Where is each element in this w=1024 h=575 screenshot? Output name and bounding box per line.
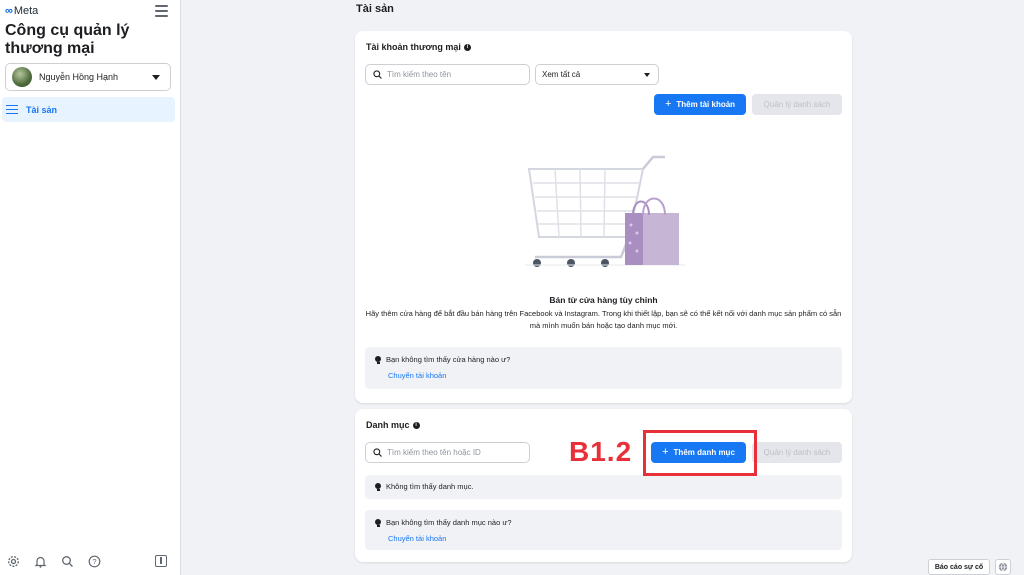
search-icon bbox=[373, 70, 382, 79]
shopping-cart-illustration bbox=[525, 155, 685, 267]
svg-text:?: ? bbox=[92, 557, 96, 566]
catalogs-card: Danh mục i + Thêm danh mục Quản lý danh … bbox=[355, 409, 852, 562]
catalog-empty-row: Không tìm thấy danh mục. bbox=[375, 482, 474, 491]
shop-tip-row: Bạn không tìm thấy cửa hàng nào ư? bbox=[375, 355, 510, 364]
report-problem-button[interactable]: Báo cáo sự cố bbox=[928, 559, 990, 575]
card-title-text: Danh mục bbox=[366, 420, 410, 430]
catalog-manage-list-button[interactable]: Quản lý danh sách bbox=[752, 442, 842, 463]
catalog-tip-row: Bạn không tìm thấy danh mục nào ư? bbox=[375, 518, 512, 527]
empty-state-title: Bán từ cửa hàng tùy chỉnh bbox=[549, 295, 658, 305]
add-account-label: Thêm tài khoản bbox=[676, 100, 736, 109]
card-title-text: Tài khoản thương mại bbox=[366, 42, 461, 52]
shop-tip-text: Bạn không tìm thấy cửa hàng nào ư? bbox=[386, 355, 511, 364]
empty-state-description: Hãy thêm cửa hàng để bắt đầu bán hàng tr… bbox=[365, 309, 842, 330]
meta-infinity-icon: ∞ bbox=[5, 5, 13, 17]
step-annotation-highlight bbox=[643, 430, 757, 476]
panel-toggle-icon[interactable] bbox=[155, 555, 167, 567]
switch-account-link[interactable]: Chuyển tài khoản bbox=[388, 371, 446, 380]
settings-icon[interactable] bbox=[7, 555, 20, 568]
globe-icon[interactable] bbox=[995, 559, 1011, 575]
catalog-empty-text: Không tìm thấy danh mục. bbox=[386, 482, 474, 491]
list-icon bbox=[6, 104, 18, 115]
catalog-search-input[interactable] bbox=[365, 442, 530, 463]
lightbulb-icon bbox=[375, 355, 381, 364]
meta-logo-text: Meta bbox=[13, 5, 39, 17]
sidebar-item-label: Tài sản bbox=[26, 104, 58, 115]
shop-search-input[interactable] bbox=[365, 64, 530, 85]
filter-select[interactable]: Xem tất cả bbox=[535, 64, 659, 85]
help-icon[interactable]: ? bbox=[88, 555, 101, 568]
page-title: Tài sản bbox=[356, 3, 394, 15]
catalog-tip-text: Bạn không tìm thấy danh mục nào ư? bbox=[386, 518, 512, 527]
commerce-accounts-title: Tài khoản thương mại i bbox=[366, 42, 471, 52]
account-name: Nguyễn Hồng Hạnh bbox=[39, 72, 119, 82]
meta-logo[interactable]: ∞ Meta bbox=[5, 5, 38, 17]
catalog-empty-box: Không tìm thấy danh mục. bbox=[365, 475, 842, 499]
chevron-down-icon bbox=[152, 75, 160, 80]
search-icon bbox=[373, 448, 382, 457]
shop-search-field[interactable] bbox=[387, 70, 507, 79]
chevron-down-icon bbox=[644, 73, 650, 77]
catalogs-title: Danh mục i bbox=[366, 420, 420, 430]
lightbulb-icon bbox=[375, 518, 381, 527]
catalog-tip-box: Bạn không tìm thấy danh mục nào ư? Chuyể… bbox=[365, 510, 842, 550]
info-icon[interactable]: i bbox=[412, 421, 420, 429]
app-title: Công cụ quản lý thương mại bbox=[5, 22, 130, 57]
step-annotation-label: B1.2 bbox=[569, 436, 633, 467]
manage-list-button[interactable]: Quản lý danh sách bbox=[752, 94, 842, 115]
search-icon[interactable] bbox=[61, 555, 74, 568]
avatar bbox=[12, 67, 32, 87]
catalog-search-field[interactable] bbox=[387, 448, 507, 457]
filter-value: Xem tất cả bbox=[542, 70, 581, 79]
info-icon[interactable]: i bbox=[463, 43, 471, 51]
sidebar: ∞ Meta Công cụ quản lý thương mại Nguyễn… bbox=[0, 0, 181, 575]
catalog-switch-account-link[interactable]: Chuyển tài khoản bbox=[388, 534, 446, 543]
shop-tip-box: Bạn không tìm thấy cửa hàng nào ư? Chuyể… bbox=[365, 347, 842, 389]
lightbulb-icon bbox=[375, 482, 381, 491]
sidebar-bottom-toolbar: ? bbox=[7, 555, 101, 568]
menu-icon[interactable] bbox=[155, 5, 168, 17]
plus-icon: + bbox=[664, 98, 672, 110]
commerce-accounts-card: Tài khoản thương mại i Xem tất cả + Thêm… bbox=[355, 31, 852, 403]
account-selector[interactable]: Nguyễn Hồng Hạnh bbox=[5, 63, 171, 91]
add-account-button[interactable]: + Thêm tài khoản bbox=[654, 94, 746, 115]
bell-icon[interactable] bbox=[34, 555, 47, 568]
sidebar-item-assets[interactable]: Tài sản bbox=[2, 97, 175, 122]
